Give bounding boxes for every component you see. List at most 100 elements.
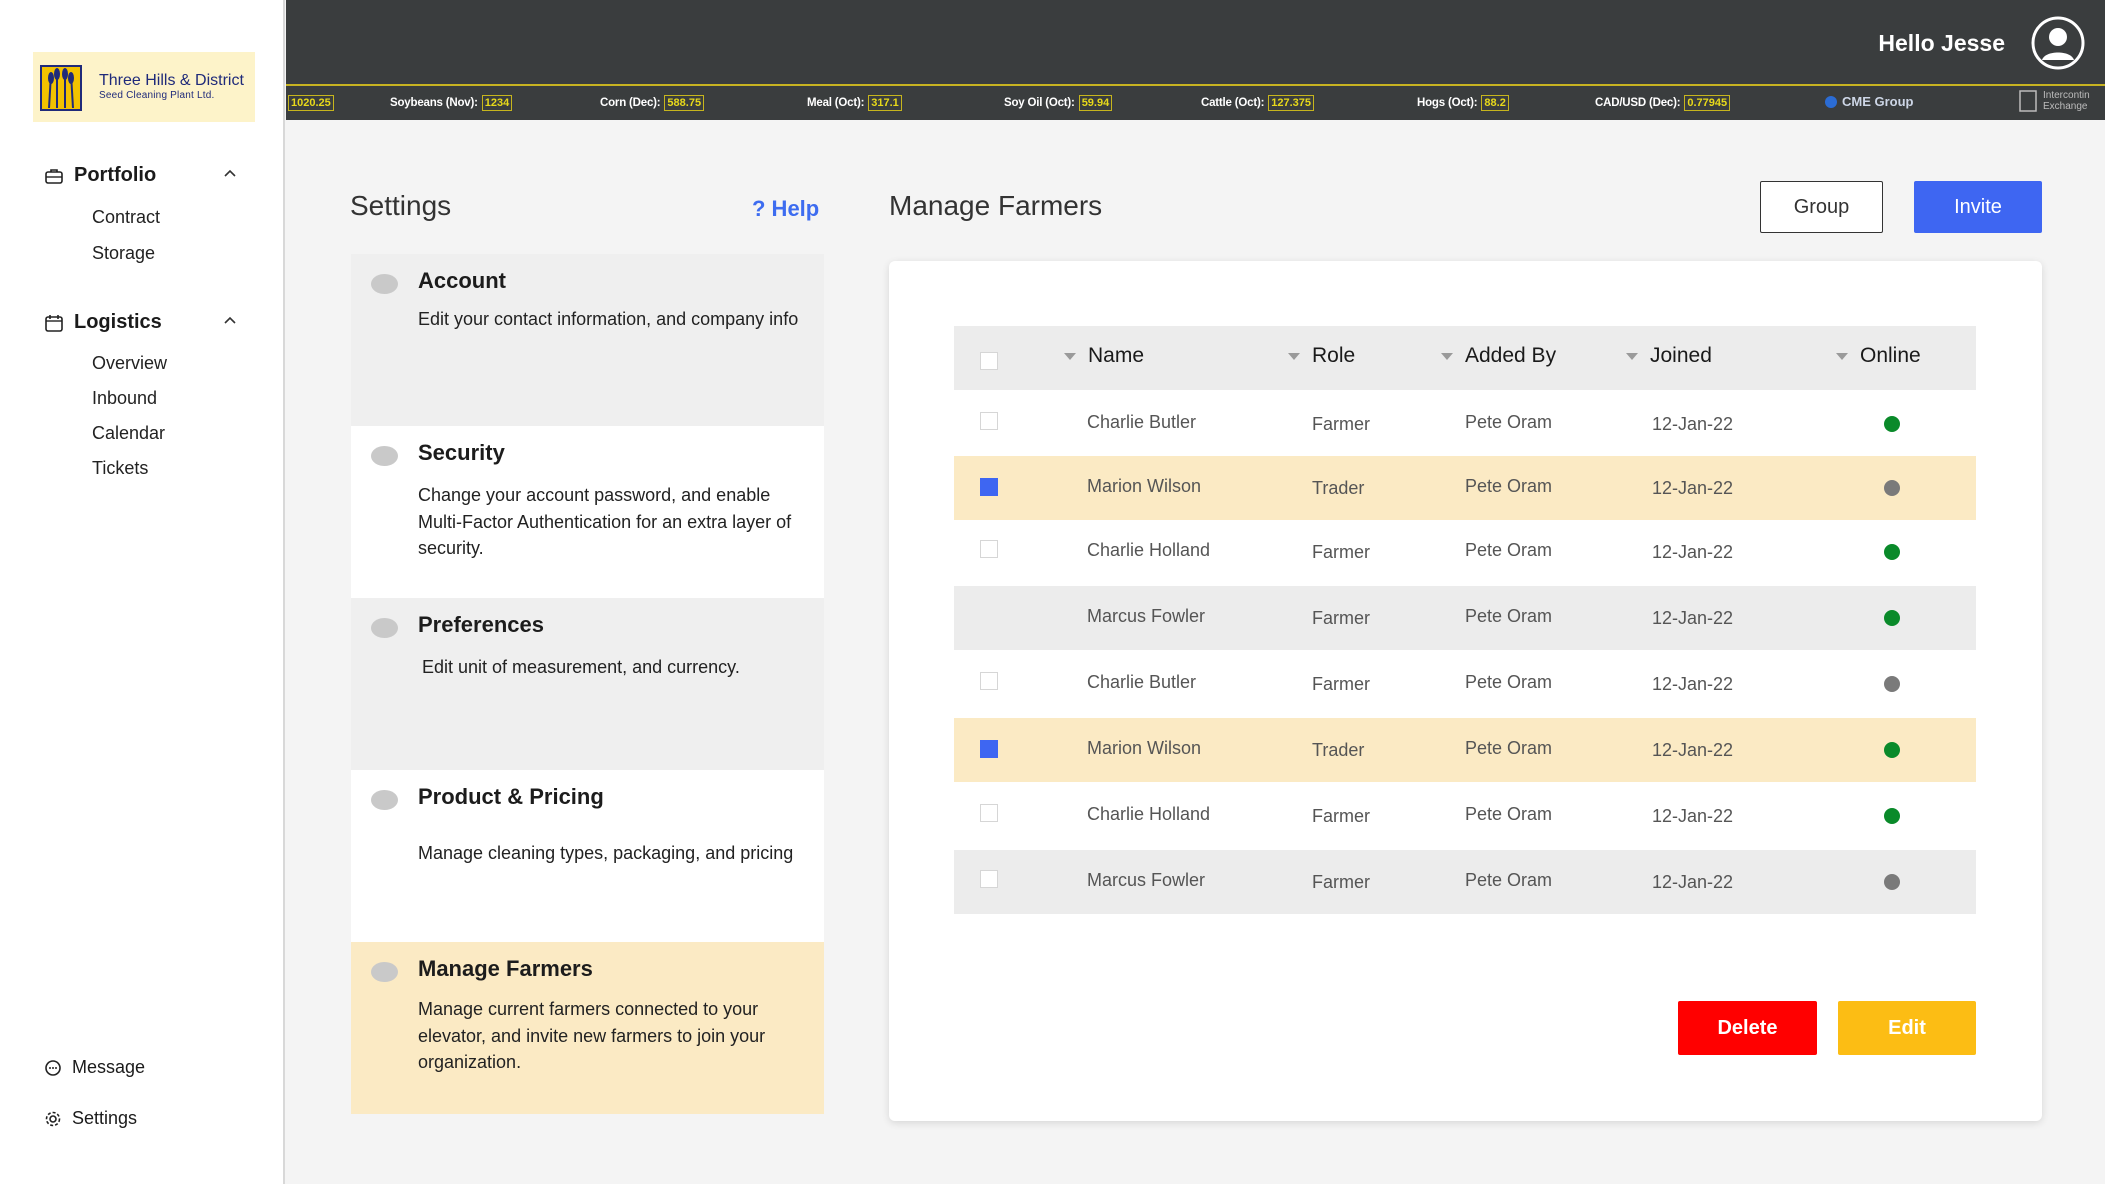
column-header-role[interactable]: Role <box>1288 344 1355 368</box>
card-indicator <box>371 962 398 982</box>
ticker-item: Soy Oil (Oct): 59.94 <box>1004 95 1113 111</box>
table-header: Name Role Added By Joined Online <box>954 326 1976 390</box>
nav-message[interactable]: Message <box>44 1057 145 1078</box>
invite-button[interactable]: Invite <box>1914 181 2042 233</box>
ticker-item: 1020.25 <box>288 95 334 111</box>
column-header-name[interactable]: Name <box>1064 344 1144 368</box>
ticker-label: Corn (Dec): <box>600 97 661 109</box>
sort-caret-icon <box>1626 352 1638 360</box>
cell-joined: 12-Jan-22 <box>1652 674 1734 694</box>
row-checkbox[interactable] <box>980 478 998 496</box>
ticker-label: Soy Oil (Oct): <box>1004 97 1075 109</box>
table-row[interactable]: Marion Wilson Trader Pete Oram 12-Jan-22 <box>954 456 1976 520</box>
card-description: Change your account password, and enable… <box>418 485 792 558</box>
table-row[interactable]: Marcus Fowler Farmer Pete Oram 12-Jan-22 <box>954 850 1976 914</box>
cell-role: Trader <box>1312 740 1365 760</box>
help-link[interactable]: ? Help <box>752 196 819 222</box>
cell-role: Farmer <box>1312 542 1370 562</box>
cme-label: CME Group <box>1842 94 1914 109</box>
chevron-up-icon[interactable] <box>222 166 238 182</box>
settings-card-security[interactable]: Security Change your account password, a… <box>351 426 824 598</box>
card-indicator <box>371 618 398 638</box>
cell-name: Charlie Holland <box>1087 540 1211 560</box>
company-logo[interactable]: Three Hills & District Seed Cleaning Pla… <box>33 52 255 122</box>
table-row[interactable]: Charlie Butler Farmer Pete Oram 12-Jan-22 <box>954 652 1976 716</box>
column-label: Name <box>1088 344 1145 367</box>
online-status-indicator <box>1884 610 1900 626</box>
wheat-logo-icon <box>40 65 82 111</box>
cell-added-by: Pete Oram <box>1465 738 1553 758</box>
ticker-label: Cattle (Oct): <box>1201 97 1265 109</box>
table-row[interactable]: Marion Wilson Trader Pete Oram 12-Jan-22 <box>954 718 1976 782</box>
row-checkbox[interactable] <box>980 804 998 822</box>
top-header: Hello Jesse 1020.25 Soybeans (Nov): 1234… <box>286 0 2105 120</box>
nav-item-contract[interactable]: Contract <box>92 207 160 228</box>
row-checkbox[interactable] <box>980 540 998 558</box>
card-description: Manage current farmers connected to your… <box>418 999 766 1072</box>
chevron-up-icon[interactable] <box>222 313 238 329</box>
market-ticker: 1020.25 Soybeans (Nov): 1234 Corn (Dec):… <box>286 84 2105 120</box>
cell-joined: 12-Jan-22 <box>1652 740 1734 760</box>
user-avatar-icon[interactable] <box>2031 16 2085 70</box>
brand-subtitle: Seed Cleaning Plant Ltd. <box>99 90 215 101</box>
column-label: Role <box>1312 344 1356 367</box>
ice-line1: Intercontin <box>2043 90 2090 101</box>
sort-caret-icon <box>1064 352 1076 360</box>
nav-settings[interactable]: Settings <box>44 1108 137 1129</box>
column-label: Joined <box>1650 344 1712 367</box>
card-description: Manage cleaning types, packaging, and pr… <box>418 843 794 863</box>
nav-item-tickets[interactable]: Tickets <box>92 458 148 479</box>
brand-name: Three Hills & District <box>99 72 244 89</box>
nav-item-inbound[interactable]: Inbound <box>92 388 157 409</box>
row-checkbox[interactable] <box>980 740 998 758</box>
edit-button[interactable]: Edit <box>1838 1001 1976 1055</box>
nav-logistics[interactable]: Logistics <box>44 311 244 334</box>
row-checkbox[interactable] <box>980 870 998 888</box>
select-all-checkbox[interactable] <box>980 352 998 370</box>
column-header-joined[interactable]: Joined <box>1626 344 1712 368</box>
settings-card-preferences[interactable]: Preferences Edit unit of measurement, an… <box>351 598 824 770</box>
settings-card-account[interactable]: Account Edit your contact information, a… <box>351 254 824 426</box>
ticker-value: 588.75 <box>664 95 705 111</box>
card-title: Manage Farmers <box>418 956 593 981</box>
nav-item-overview[interactable]: Overview <box>92 353 167 374</box>
table-row[interactable]: Marcus Fowler Farmer Pete Oram 12-Jan-22 <box>954 586 1976 650</box>
sort-caret-icon <box>1441 352 1453 360</box>
table-row[interactable]: Charlie Butler Farmer Pete Oram 12-Jan-22 <box>954 392 1976 456</box>
delete-button[interactable]: Delete <box>1678 1001 1817 1055</box>
cell-joined: 12-Jan-22 <box>1652 542 1734 562</box>
ice-logo: Intercontin Exchange <box>2019 90 2090 112</box>
cell-joined: 12-Jan-22 <box>1652 414 1734 434</box>
nav-item-calendar[interactable]: Calendar <box>92 423 165 444</box>
cell-role: Farmer <box>1312 674 1370 694</box>
ticker-value: 1234 <box>481 95 513 111</box>
cell-joined: 12-Jan-22 <box>1652 872 1734 892</box>
card-title: Product & Pricing <box>418 784 604 809</box>
row-checkbox[interactable] <box>980 672 998 690</box>
row-checkbox[interactable] <box>980 412 998 430</box>
table-row[interactable]: Charlie Holland Farmer Pete Oram 12-Jan-22 <box>954 520 1976 584</box>
column-header-online[interactable]: Online <box>1836 344 1921 368</box>
ticker-label: Meal (Oct): <box>807 97 865 109</box>
sidebar: Three Hills & District Seed Cleaning Pla… <box>0 0 285 1184</box>
column-label: Online <box>1860 344 1921 367</box>
cell-name: Marion Wilson <box>1087 476 1202 496</box>
cell-added-by: Pete Oram <box>1465 476 1553 496</box>
ticker-item: Hogs (Oct): 88.2 <box>1417 95 1509 111</box>
nav-settings-label: Settings <box>72 1108 138 1128</box>
card-description: Edit unit of measurement, and currency. <box>422 657 740 677</box>
ticker-value: 127.375 <box>1268 95 1314 111</box>
column-header-added-by[interactable]: Added By <box>1441 344 1556 368</box>
settings-card-manage-farmers[interactable]: Manage Farmers Manage current farmers co… <box>351 942 824 1114</box>
nav-message-label: Message <box>72 1057 146 1077</box>
settings-card-product-pricing[interactable]: Product & Pricing Manage cleaning types,… <box>351 770 824 942</box>
calendar-icon <box>45 314 63 332</box>
nav-portfolio[interactable]: Portfolio <box>44 164 244 187</box>
group-button[interactable]: Group <box>1760 181 1883 233</box>
nav-item-storage[interactable]: Storage <box>92 243 155 264</box>
cell-added-by: Pete Oram <box>1465 672 1553 692</box>
sort-caret-icon <box>1836 352 1848 360</box>
column-label: Added By <box>1465 344 1557 367</box>
table-row[interactable]: Charlie Holland Farmer Pete Oram 12-Jan-22 <box>954 784 1976 848</box>
online-status-indicator <box>1884 742 1900 758</box>
